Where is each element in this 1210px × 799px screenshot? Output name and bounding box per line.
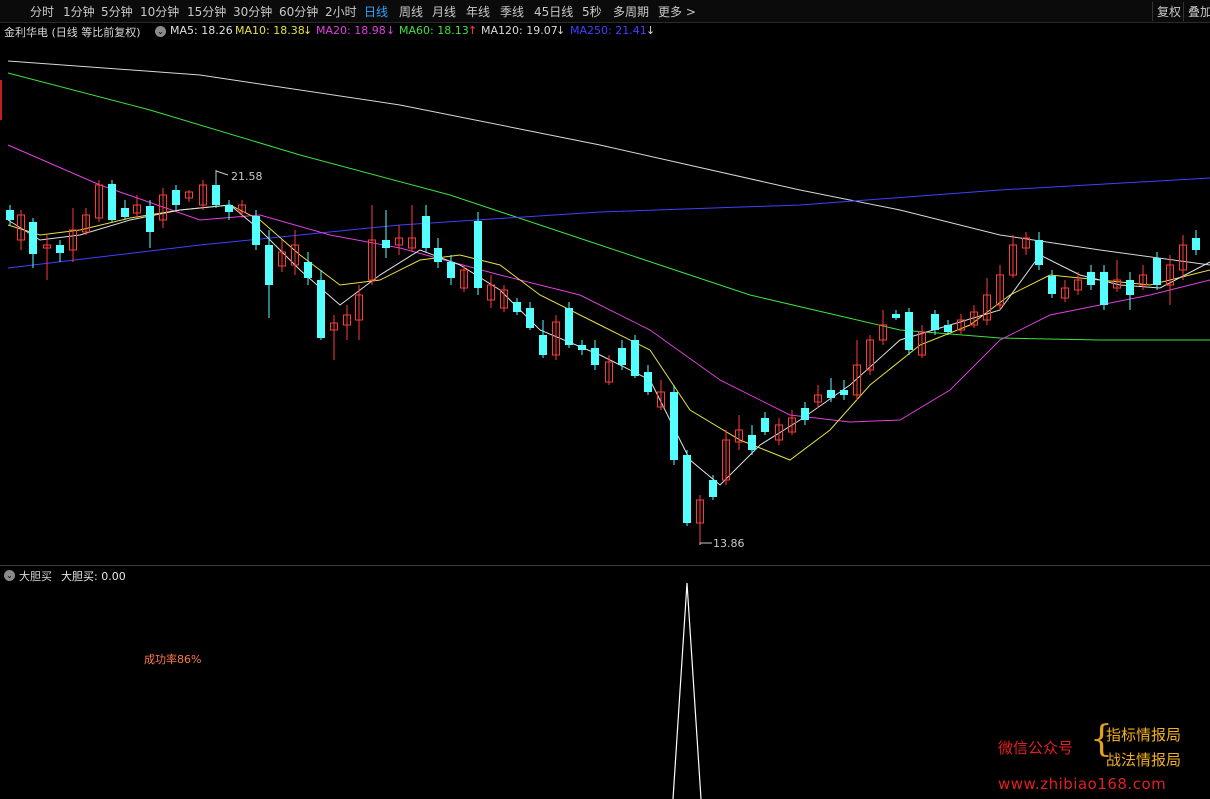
low-leader-line xyxy=(699,542,712,545)
more-periods-button[interactable]: 更多 > xyxy=(658,3,696,20)
watermark-wechat: 微信公众号 xyxy=(998,739,1074,757)
ma-legend: 金利华电 (日线 等比前复权) ⌄ MA5: 18.26 MA10: 18.38… xyxy=(0,23,1210,39)
candle-body xyxy=(252,216,260,245)
candle-body xyxy=(827,390,835,398)
period-tab[interactable]: 15分钟 xyxy=(187,3,226,20)
candle-body xyxy=(304,262,312,278)
period-tab[interactable]: 分时 xyxy=(30,3,54,20)
candle-body xyxy=(670,392,678,460)
candle-body xyxy=(447,262,455,278)
candle-body xyxy=(539,335,547,355)
ma120-line xyxy=(7,60,1210,266)
period-tab[interactable]: 年线 xyxy=(466,3,490,20)
candle-body xyxy=(317,280,325,338)
panel-divider[interactable] xyxy=(0,565,1210,566)
candle-body xyxy=(212,185,220,205)
ma10-label: MA10: 18.38 xyxy=(235,24,305,37)
candle-body xyxy=(1153,258,1161,285)
candle-body xyxy=(265,245,273,285)
candle-body xyxy=(748,435,756,450)
candle-body xyxy=(1035,240,1043,265)
indicator-spike-line xyxy=(672,583,702,799)
ma250-label: MA250: 21.41 xyxy=(570,24,647,37)
candle-body xyxy=(1087,272,1095,285)
candle-body xyxy=(526,308,534,328)
ma5-label: MA5: 18.26 xyxy=(170,24,233,37)
indicator-name[interactable]: 大胆买 xyxy=(19,568,52,584)
period-tab[interactable]: 季线 xyxy=(500,3,524,20)
candle-body xyxy=(1126,280,1134,295)
period-tab[interactable]: 2小时 xyxy=(325,3,357,20)
candle-body xyxy=(892,314,900,318)
period-tab[interactable]: 45日线 xyxy=(534,3,573,20)
candle-body xyxy=(591,348,599,365)
watermark-name2: 战法情报局 xyxy=(1106,751,1182,769)
period-tab[interactable]: 60分钟 xyxy=(279,3,318,20)
watermark-name1: 指标情报局 xyxy=(1106,726,1182,744)
candle-body xyxy=(631,340,639,376)
ma10-arrow-icon: ↓ xyxy=(303,24,313,37)
candle-body xyxy=(905,312,913,350)
candle-body xyxy=(29,222,37,254)
ma60-arrow-icon: ↑ xyxy=(468,24,478,37)
indicator-chart xyxy=(672,583,702,799)
candle-body xyxy=(565,308,573,345)
candle-body xyxy=(513,302,521,312)
kline-chart[interactable] xyxy=(0,40,1210,565)
stock-title: 金利华电 (日线 等比前复权) xyxy=(4,26,141,39)
period-tab[interactable]: 1分钟 xyxy=(63,3,95,20)
candle-body xyxy=(172,190,180,205)
ma120-arrow-icon: ↓ xyxy=(556,24,566,37)
indicator-legend: ⌄ 大胆买 大胆买: 0.00 xyxy=(0,567,600,583)
candle-body xyxy=(840,390,848,395)
watermark-site: www.zhibiao168.com xyxy=(998,775,1167,793)
period-tab[interactable]: 30分钟 xyxy=(233,3,272,20)
period-tab[interactable]: 日线 xyxy=(364,3,388,20)
candle-body xyxy=(944,325,952,332)
candle-body xyxy=(618,348,626,365)
period-tab[interactable]: 周线 xyxy=(399,3,423,20)
candle-body xyxy=(6,210,14,220)
ma60-label: MA60: 18.13 xyxy=(399,24,469,37)
ma250-arrow-icon: ↓ xyxy=(646,24,656,37)
settings-circle-icon[interactable]: ⌄ xyxy=(155,26,166,37)
candle-body xyxy=(801,408,809,420)
candle-body xyxy=(1192,238,1200,250)
candle-body xyxy=(1100,272,1108,305)
ma60-line xyxy=(7,72,1210,341)
ma20-arrow-icon: ↓ xyxy=(386,24,396,37)
ma120-label: MA120: 19.07 xyxy=(481,24,558,37)
period-tab[interactable]: 5秒 xyxy=(582,3,602,20)
candle-body xyxy=(1048,276,1056,294)
indicator-settings-icon[interactable]: ⌄ xyxy=(4,570,15,581)
candle-body xyxy=(931,314,939,330)
overlay-button[interactable]: 叠加 xyxy=(1183,2,1210,21)
candle-body xyxy=(121,208,129,217)
candle-body xyxy=(761,418,769,432)
success-rate-text: 成功率86% xyxy=(144,653,202,666)
candle-body xyxy=(146,206,154,232)
candle-body xyxy=(422,216,430,248)
candle-body xyxy=(474,221,482,288)
candle-body xyxy=(644,372,652,392)
period-tab[interactable]: 月线 xyxy=(432,3,456,20)
candle-body xyxy=(709,480,717,497)
candle-body xyxy=(108,184,116,220)
period-tab[interactable]: 5分钟 xyxy=(101,3,133,20)
candle-body xyxy=(56,245,64,253)
period-tab[interactable]: 多周期 xyxy=(613,3,649,20)
candle-body xyxy=(578,345,586,350)
candle-body xyxy=(434,248,442,262)
low-price-label: 13.86 xyxy=(713,537,745,550)
period-toolbar: 分时 1分钟 5分钟 10分钟 15分钟 30分钟 60分钟 2小时 日线 周线 月线 年线 季线 45日… xyxy=(0,0,1210,23)
indicator-value: 大胆买: 0.00 xyxy=(61,570,126,583)
high-leader-line xyxy=(215,170,229,182)
candle-body xyxy=(382,240,390,248)
restore-button[interactable]: 复权 xyxy=(1152,2,1185,21)
ma20-label: MA20: 18.98 xyxy=(316,24,386,37)
high-price-label: 21.58 xyxy=(231,170,263,183)
candle-body xyxy=(225,205,233,212)
candle-body xyxy=(683,455,691,523)
period-tab[interactable]: 10分钟 xyxy=(140,3,179,20)
